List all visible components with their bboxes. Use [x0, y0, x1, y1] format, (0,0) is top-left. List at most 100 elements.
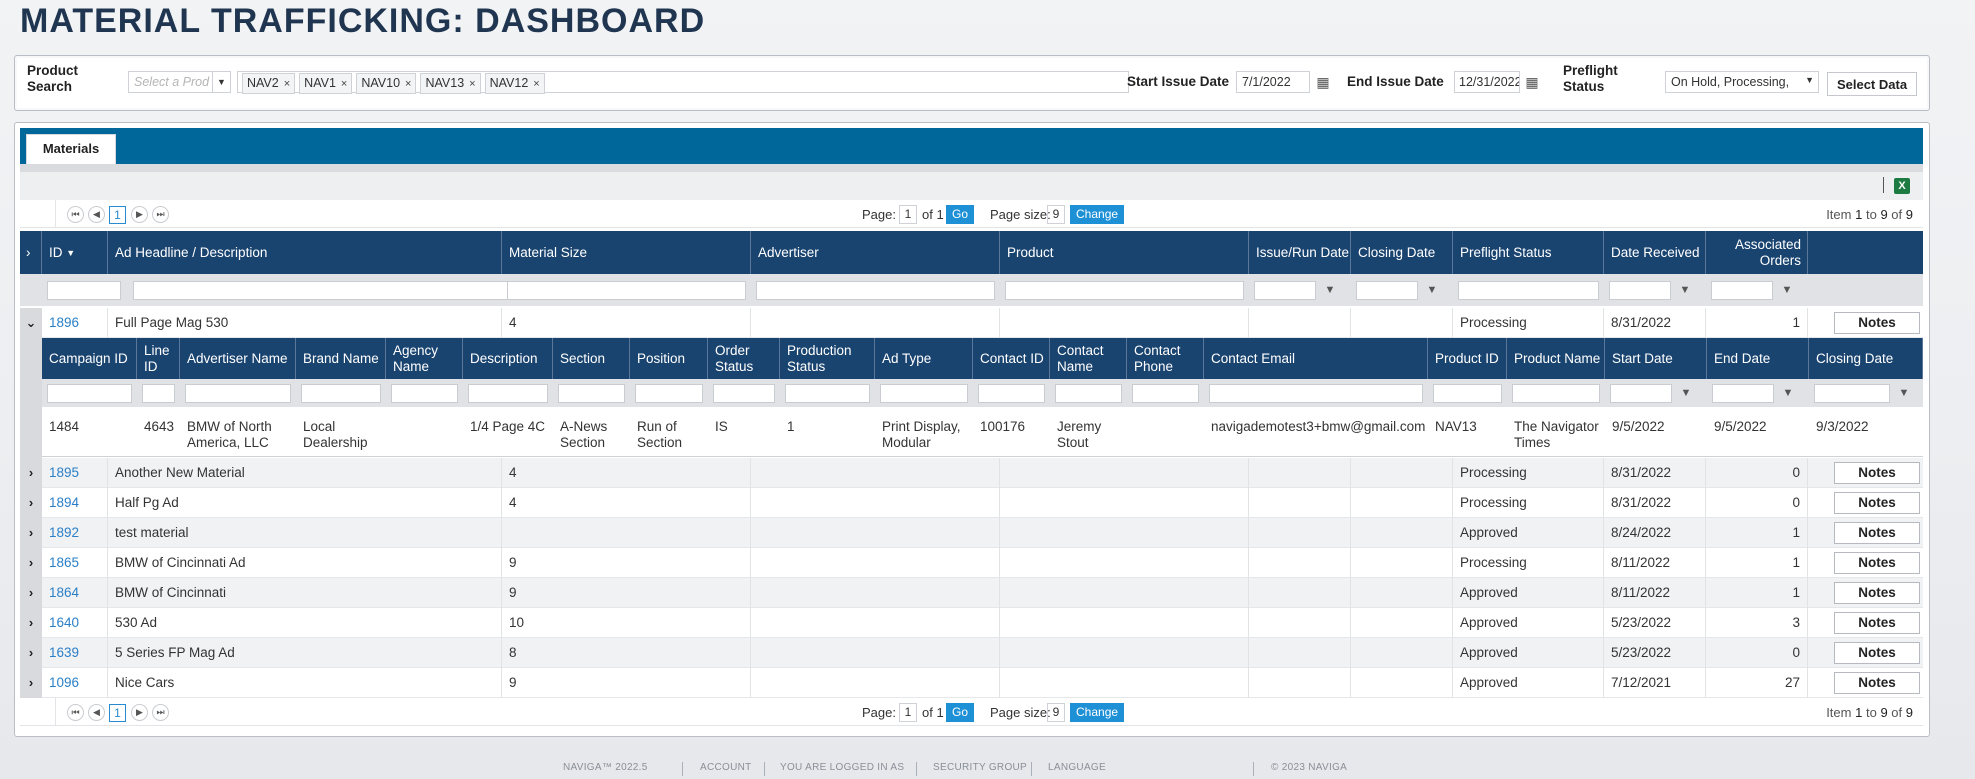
detail-filter-input[interactable] — [1712, 384, 1774, 403]
column-header-material-size[interactable]: Material Size — [502, 231, 751, 274]
table-row[interactable]: ⌄ 1896 Full Page Mag 530 4 Processing 8/… — [20, 308, 1923, 338]
footer-account-link[interactable]: ACCOUNT — [700, 762, 752, 773]
detail-filter-input[interactable] — [47, 384, 132, 403]
detail-header-section[interactable]: Section — [553, 338, 630, 379]
filter-headline-input[interactable] — [133, 281, 515, 300]
product-select[interactable]: Select a Prod ▼ — [128, 71, 231, 93]
detail-filter-input[interactable] — [978, 384, 1045, 403]
page-size-input[interactable]: 9 — [1047, 205, 1065, 224]
column-header-associated-orders[interactable]: Associated Orders — [1706, 231, 1808, 274]
last-page-icon[interactable]: ⏭ — [152, 704, 169, 721]
detail-header-contact-email[interactable]: Contact Email — [1204, 338, 1428, 379]
product-chips-input[interactable]: NAV2 × NAV1 × NAV10 × NAV13 × NAV12 × — [237, 71, 1129, 94]
column-header-closing-date[interactable]: Closing Date — [1351, 231, 1453, 274]
detail-header-advertiser-name[interactable]: Advertiser Name — [180, 338, 296, 379]
filter-icon[interactable]: ▼ — [1422, 281, 1442, 300]
chevron-down-icon[interactable]: ▼ — [212, 72, 230, 92]
table-row[interactable]: › 1895 Another New Material 4 Processing… — [20, 458, 1923, 488]
table-row[interactable]: › 1864 BMW of Cincinnati 9 Approved 8/11… — [20, 578, 1923, 608]
page-size-input[interactable]: 9 — [1047, 703, 1065, 722]
detail-header-product-name[interactable]: Product Name — [1507, 338, 1605, 379]
column-header-product[interactable]: Product — [1000, 231, 1249, 274]
go-button[interactable]: Go — [946, 205, 975, 224]
end-issue-input[interactable]: 12/31/2022 — [1454, 71, 1520, 93]
detail-header-end-date[interactable]: End Date — [1707, 338, 1809, 379]
column-header-preflight-status[interactable]: Preflight Status — [1453, 231, 1604, 274]
first-page-icon[interactable]: ⏮ — [67, 704, 84, 721]
prev-page-icon[interactable]: ◀ — [88, 206, 105, 223]
collapse-row-icon[interactable]: ⌄ — [20, 308, 42, 338]
expand-row-icon[interactable]: › — [20, 668, 42, 698]
detail-header-campaign-id[interactable]: Campaign ID — [42, 338, 137, 379]
material-id-link[interactable]: 1639 — [49, 645, 79, 660]
detail-filter-input[interactable] — [713, 384, 775, 403]
detail-header-order-status[interactable]: Order Status — [708, 338, 780, 379]
filter-advertiser-input[interactable] — [756, 281, 995, 300]
prev-page-icon[interactable]: ◀ — [88, 704, 105, 721]
expand-row-icon[interactable]: › — [20, 518, 42, 548]
detail-header-description[interactable]: Description — [463, 338, 553, 379]
current-page-number[interactable]: 1 — [109, 704, 126, 722]
next-page-icon[interactable]: ▶ — [131, 206, 148, 223]
detail-header-closing-date[interactable]: Closing Date — [1809, 338, 1923, 379]
expand-all-icon[interactable]: › — [20, 231, 42, 274]
current-page-number[interactable]: 1 — [109, 206, 126, 224]
expand-row-icon[interactable]: › — [20, 638, 42, 668]
table-row[interactable]: › 1894 Half Pg Ad 4 Processing 8/31/2022… — [20, 488, 1923, 518]
material-id-link[interactable]: 1892 — [49, 525, 79, 540]
notes-button[interactable]: Notes — [1834, 522, 1920, 544]
last-page-icon[interactable]: ⏭ — [152, 206, 169, 223]
calendar-icon[interactable]: ▦ — [1522, 72, 1542, 92]
table-row[interactable]: › 1892 test material Approved 8/24/2022 … — [20, 518, 1923, 548]
excel-export-icon[interactable]: X — [1894, 178, 1910, 194]
change-button[interactable]: Change — [1070, 703, 1125, 722]
expand-row-icon[interactable]: › — [20, 608, 42, 638]
filter-icon[interactable]: ▼ — [1320, 281, 1340, 300]
filter-received-input[interactable] — [1609, 281, 1671, 300]
filter-icon[interactable]: ▼ — [1676, 384, 1696, 403]
footer-security-group[interactable]: SECURITY GROUP — [933, 762, 1027, 773]
detail-filter-input[interactable] — [785, 384, 870, 403]
filter-icon[interactable]: ▼ — [1894, 384, 1914, 403]
page-input[interactable]: 1 — [899, 703, 917, 722]
tab-materials[interactable]: Materials — [26, 134, 116, 164]
detail-header-production-status[interactable]: Production Status — [780, 338, 875, 379]
detail-filter-input[interactable] — [558, 384, 625, 403]
notes-button[interactable]: Notes — [1834, 582, 1920, 604]
column-header-id[interactable]: ID ▼ — [42, 231, 108, 274]
detail-header-contact-phone[interactable]: Contact Phone — [1127, 338, 1204, 379]
detail-filter-input[interactable] — [301, 384, 381, 403]
table-row[interactable]: › 1639 5 Series FP Mag Ad 8 Approved 5/2… — [20, 638, 1923, 668]
table-row[interactable]: › 1865 BMW of Cincinnati Ad 9 Processing… — [20, 548, 1923, 578]
notes-button[interactable]: Notes — [1834, 462, 1920, 484]
detail-header-brand-name[interactable]: Brand Name — [296, 338, 386, 379]
material-id-link[interactable]: 1894 — [49, 495, 79, 510]
detail-filter-input[interactable] — [1814, 384, 1890, 403]
material-id-link[interactable]: 1640 — [49, 615, 79, 630]
material-id-link[interactable]: 1895 — [49, 465, 79, 480]
detail-header-agency-name[interactable]: Agency Name — [386, 338, 463, 379]
detail-filter-input[interactable] — [1433, 384, 1502, 403]
filter-product-input[interactable] — [1005, 281, 1244, 300]
detail-header-position[interactable]: Position — [630, 338, 708, 379]
notes-button[interactable]: Notes — [1834, 312, 1920, 334]
detail-header-contact-name[interactable]: Contact Name — [1050, 338, 1127, 379]
table-row[interactable]: › 1096 Nice Cars 9 Approved 7/12/2021 27… — [20, 668, 1923, 698]
notes-button[interactable]: Notes — [1834, 552, 1920, 574]
expand-row-icon[interactable]: › — [20, 488, 42, 518]
detail-filter-input[interactable] — [391, 384, 458, 403]
filter-id-input[interactable] — [47, 281, 121, 300]
filter-icon[interactable]: ▼ — [1675, 281, 1695, 300]
detail-filter-input[interactable] — [1512, 384, 1600, 403]
filter-preflight-input[interactable] — [1458, 281, 1599, 300]
detail-filter-input[interactable] — [142, 384, 175, 403]
start-issue-input[interactable]: 7/1/2022 — [1236, 71, 1310, 93]
expand-row-icon[interactable]: › — [20, 548, 42, 578]
detail-filter-input[interactable] — [1610, 384, 1672, 403]
calendar-icon[interactable]: ▦ — [1313, 72, 1333, 92]
remove-chip-icon[interactable]: × — [533, 78, 539, 90]
column-header-headline[interactable]: Ad Headline / Description — [108, 231, 502, 274]
select-data-button[interactable]: Select Data — [1827, 72, 1917, 96]
remove-chip-icon[interactable]: × — [341, 78, 347, 90]
detail-filter-input[interactable] — [1055, 384, 1122, 403]
